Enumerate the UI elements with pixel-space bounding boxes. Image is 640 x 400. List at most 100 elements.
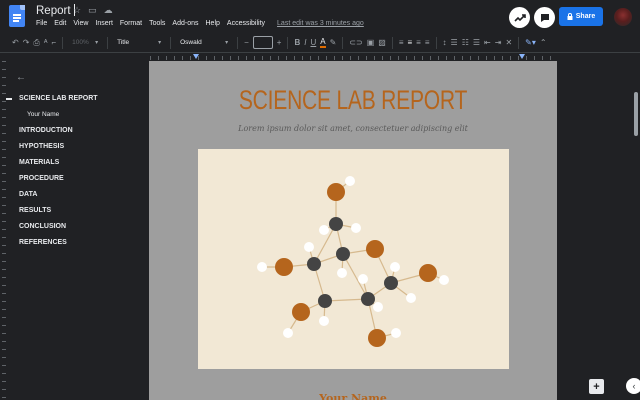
- outline-item-introduction[interactable]: INTRODUCTION: [8, 123, 149, 139]
- outline-item-results[interactable]: RESULTS: [8, 203, 149, 219]
- increase-indent-icon[interactable]: ⇥: [495, 38, 502, 48]
- redo-icon[interactable]: ↷: [23, 38, 30, 48]
- plus-icon: +: [593, 380, 600, 393]
- line-spacing-icon[interactable]: ↕: [443, 38, 447, 48]
- toolbar-divider: [435, 36, 437, 49]
- title-icons: ☆ ▭ ☁: [73, 5, 113, 15]
- align-justify-icon[interactable]: ≡: [425, 38, 430, 48]
- add-comment-button[interactable]: +: [589, 379, 604, 394]
- trending-icon: [513, 13, 526, 22]
- outline-item-science-lab-report[interactable]: SCIENCE LAB REPORT: [6, 91, 149, 107]
- align-right-icon[interactable]: ≡: [416, 38, 421, 48]
- toolbar-divider: [391, 36, 393, 49]
- document-outline: ← SCIENCE LAB REPORT Your Name INTRODUCT…: [6, 61, 149, 400]
- document-subtitle[interactable]: Lorem ipsum dolor sit amet, consectetuer…: [149, 124, 557, 133]
- editing-mode-icon[interactable]: ✎▾: [525, 38, 536, 48]
- close-outline-arrow-icon[interactable]: ←: [16, 72, 26, 83]
- paint-format-icon[interactable]: ⌐: [51, 38, 56, 48]
- spellcheck-icon[interactable]: ᴬ: [44, 38, 48, 48]
- menu-insert[interactable]: Insert: [95, 20, 113, 27]
- formatting-toolbar: ↶ ↷ ⎙ ᴬ ⌐ 100% ▾ Title ▾ Oswald ▾ − + B I U…: [0, 33, 640, 53]
- link-icon[interactable]: ⊂⊃: [349, 38, 362, 48]
- last-edit-link[interactable]: Last edit was 3 minutes ago: [277, 20, 364, 27]
- account-avatar[interactable]: [614, 8, 632, 26]
- vertical-scrollbar[interactable]: [634, 92, 638, 136]
- outline-item-hypothesis[interactable]: HYPOTHESIS: [8, 139, 149, 155]
- add-comment-icon[interactable]: ▣: [367, 38, 375, 48]
- star-icon[interactable]: ☆: [73, 5, 81, 15]
- outline-item-your-name[interactable]: Your Name: [8, 107, 149, 123]
- horizontal-ruler[interactable]: [0, 53, 640, 61]
- share-label: Share: [575, 13, 596, 20]
- comment-icon: [540, 13, 549, 22]
- font-size-input[interactable]: [252, 36, 273, 49]
- cloud-status-icon[interactable]: ☁: [104, 5, 113, 15]
- toolbar-divider: [518, 36, 520, 49]
- align-center-icon[interactable]: ≡: [408, 38, 413, 48]
- increase-font-size-icon[interactable]: +: [277, 38, 282, 48]
- menu-view[interactable]: View: [73, 20, 88, 27]
- document-title-heading[interactable]: SCIENCE LAB REPORT: [194, 85, 512, 116]
- decrease-font-size-icon[interactable]: −: [244, 38, 249, 48]
- chevron-down-icon: ▾: [158, 40, 162, 46]
- align-left-icon[interactable]: ≡: [399, 38, 404, 48]
- right-margin-area: [557, 61, 640, 400]
- chevron-down-icon: ▾: [95, 40, 99, 46]
- menu-format[interactable]: Format: [120, 20, 142, 27]
- insert-image-icon[interactable]: ▨: [378, 38, 386, 48]
- toolbar-divider: [237, 36, 239, 49]
- bold-icon[interactable]: B: [294, 38, 300, 48]
- document-title[interactable]: Report: [36, 4, 75, 17]
- toolbar-divider: [287, 36, 289, 49]
- move-folder-icon[interactable]: ▭: [88, 5, 97, 15]
- left-indent-marker[interactable]: [193, 54, 199, 59]
- menu-file[interactable]: File: [36, 20, 47, 27]
- menu-accessibility[interactable]: Accessibility: [227, 20, 265, 27]
- underline-icon[interactable]: U: [310, 38, 316, 48]
- checklist-icon[interactable]: ☰: [451, 38, 458, 48]
- style-value: Title: [117, 39, 130, 46]
- style-select[interactable]: Title ▾: [114, 37, 164, 49]
- menu-edit[interactable]: Edit: [54, 20, 66, 27]
- outline-item-data[interactable]: DATA: [8, 187, 149, 203]
- toolbar-divider: [107, 36, 109, 49]
- menu-help[interactable]: Help: [206, 20, 220, 27]
- outline-item-procedure[interactable]: PROCEDURE: [8, 171, 149, 187]
- decrease-indent-icon[interactable]: ⇤: [484, 38, 491, 48]
- print-icon[interactable]: ⎙: [33, 38, 39, 48]
- font-value: Oswald: [180, 39, 202, 46]
- outline-item-materials[interactable]: MATERIALS: [8, 155, 149, 171]
- collapse-side-panel-button[interactable]: ‹: [626, 378, 640, 394]
- molecule-illustration[interactable]: [198, 149, 509, 369]
- text-color-icon[interactable]: A: [320, 37, 326, 48]
- chevron-down-icon: ▾: [225, 40, 229, 46]
- bulleted-list-icon[interactable]: ☷: [462, 38, 469, 48]
- menu-bar: File Edit View Insert Format Tools Add-o…: [36, 20, 364, 27]
- docs-logo-icon[interactable]: [9, 5, 25, 27]
- font-select[interactable]: Oswald ▾: [177, 37, 231, 49]
- document-canvas[interactable]: SCIENCE LAB REPORT Lorem ipsum dolor sit…: [149, 61, 557, 400]
- undo-icon[interactable]: ↶: [12, 38, 19, 48]
- toolbar-divider: [342, 36, 344, 49]
- activity-dashboard-button[interactable]: [509, 7, 530, 28]
- chevron-left-icon: ‹: [632, 381, 636, 391]
- collapse-toolbar-icon[interactable]: ⌃: [540, 38, 547, 48]
- menu-tools[interactable]: Tools: [149, 20, 165, 27]
- numbered-list-icon[interactable]: ☰: [473, 38, 480, 48]
- outline-item-references[interactable]: REFERENCES: [8, 235, 149, 251]
- vertical-ruler: [2, 61, 6, 400]
- zoom-select[interactable]: 100% ▾: [69, 37, 101, 49]
- right-indent-marker[interactable]: [519, 54, 525, 59]
- share-button[interactable]: Share: [559, 7, 603, 26]
- molecule-image: [257, 176, 449, 347]
- italic-icon[interactable]: I: [304, 38, 306, 48]
- menu-addons[interactable]: Add-ons: [172, 20, 198, 27]
- clear-formatting-icon[interactable]: ✕: [505, 38, 512, 48]
- comments-button[interactable]: [534, 7, 555, 28]
- highlight-icon[interactable]: ✎: [330, 38, 337, 48]
- outline-item-conclusion[interactable]: CONCLUSION: [8, 219, 149, 235]
- toolbar-divider: [62, 36, 64, 49]
- outline-list: SCIENCE LAB REPORT Your Name INTRODUCTIO…: [6, 91, 149, 251]
- name-heading[interactable]: Your Name: [149, 392, 557, 400]
- ruler-ticks: [150, 56, 556, 60]
